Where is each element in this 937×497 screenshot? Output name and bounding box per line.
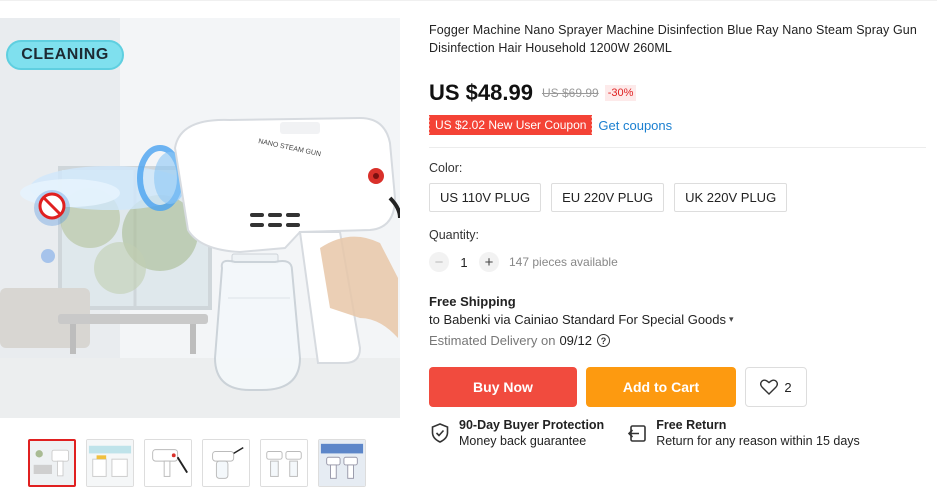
add-to-cart-button[interactable]: Add to Cart [586,367,736,407]
guarantee-subtitle: Return for any reason within 15 days [656,434,860,448]
purchase-actions: Buy Now Add to Cart 2 [429,367,929,407]
option-eu-220v-plug[interactable]: EU 220V PLUG [551,183,665,212]
free-return: Free Return Return for any reason within… [626,418,860,449]
estimated-delivery: Estimated Delivery on 09/12 ? [429,333,929,348]
option-us-110v-plug[interactable]: US 110V PLUG [429,183,542,212]
guarantee-title: Free Return [656,418,727,432]
get-coupons-link[interactable]: Get coupons [598,118,672,133]
shipping-title: Free Shipping [429,294,516,309]
thumbnail-5[interactable] [260,439,308,487]
decrease-quantity-button[interactable]: − [429,252,449,272]
guarantee-subtitle: Money back guarantee [459,434,587,448]
guarantee-title: 90-Day Buyer Protection [459,418,605,432]
help-icon[interactable]: ? [597,334,610,347]
return-icon [628,425,646,442]
divider [429,147,926,148]
delivery-date: 09/12 [559,333,592,348]
thumbnail-1[interactable] [28,439,76,487]
delivery-label: Estimated Delivery on [429,333,556,348]
coupon-badge[interactable]: US $2.02 New User Coupon [427,115,593,135]
cleaning-badge: CLEANING [6,40,124,70]
price-row: US $48.99 US $69.99 -30% [429,80,929,106]
shield-check-icon [431,423,449,443]
quantity-value[interactable]: 1 [449,255,479,270]
wishlist-count: 2 [784,379,792,395]
quantity-stepper: − 1 + 147 pieces available [429,252,929,272]
buyer-protection: 90-Day Buyer Protection Money back guara… [429,418,604,449]
thumbnail-3[interactable] [144,439,192,487]
thumbnail-strip [28,439,366,489]
main-product-image[interactable]: NANO STEAM GUN CLEANING [0,18,400,418]
wishlist-button[interactable]: 2 [745,367,807,407]
guarantees: 90-Day Buyer Protection Money back guara… [429,418,929,449]
availability-text: 147 pieces available [509,255,618,269]
product-page: NANO STEAM GUN CLEANING Fogger Machine N… [0,0,937,497]
discount-badge: -30% [604,85,637,101]
color-options: US 110V PLUG EU 220V PLUG UK 220V PLUG [429,183,929,212]
product-title: Fogger Machine Nano Sprayer Machine Disi… [429,23,917,55]
heart-icon [760,379,779,395]
option-uk-220v-plug[interactable]: UK 220V PLUG [674,183,788,212]
top-divider [0,0,937,1]
coupon-row: US $2.02 New User Coupon Get coupons [427,115,929,135]
thumbnail-4[interactable] [202,439,250,487]
thumbnail-6[interactable] [318,439,366,487]
buy-now-button[interactable]: Buy Now [429,367,577,407]
product-info: Fogger Machine Nano Sprayer Machine Disi… [427,21,929,449]
shipping-destination[interactable]: to Babenki via Cainiao Standard For Spec… [429,312,929,327]
quantity-label: Quantity: [429,228,480,242]
chevron-down-icon: ▾ [729,314,734,324]
original-price: US $69.99 [541,86,599,100]
increase-quantity-button[interactable]: + [479,252,499,272]
thumbnail-2[interactable] [86,439,134,487]
color-label: Color: [429,161,463,175]
current-price: US $48.99 [429,80,533,105]
shipping-method-text: to Babenki via Cainiao Standard For Spec… [429,312,727,327]
